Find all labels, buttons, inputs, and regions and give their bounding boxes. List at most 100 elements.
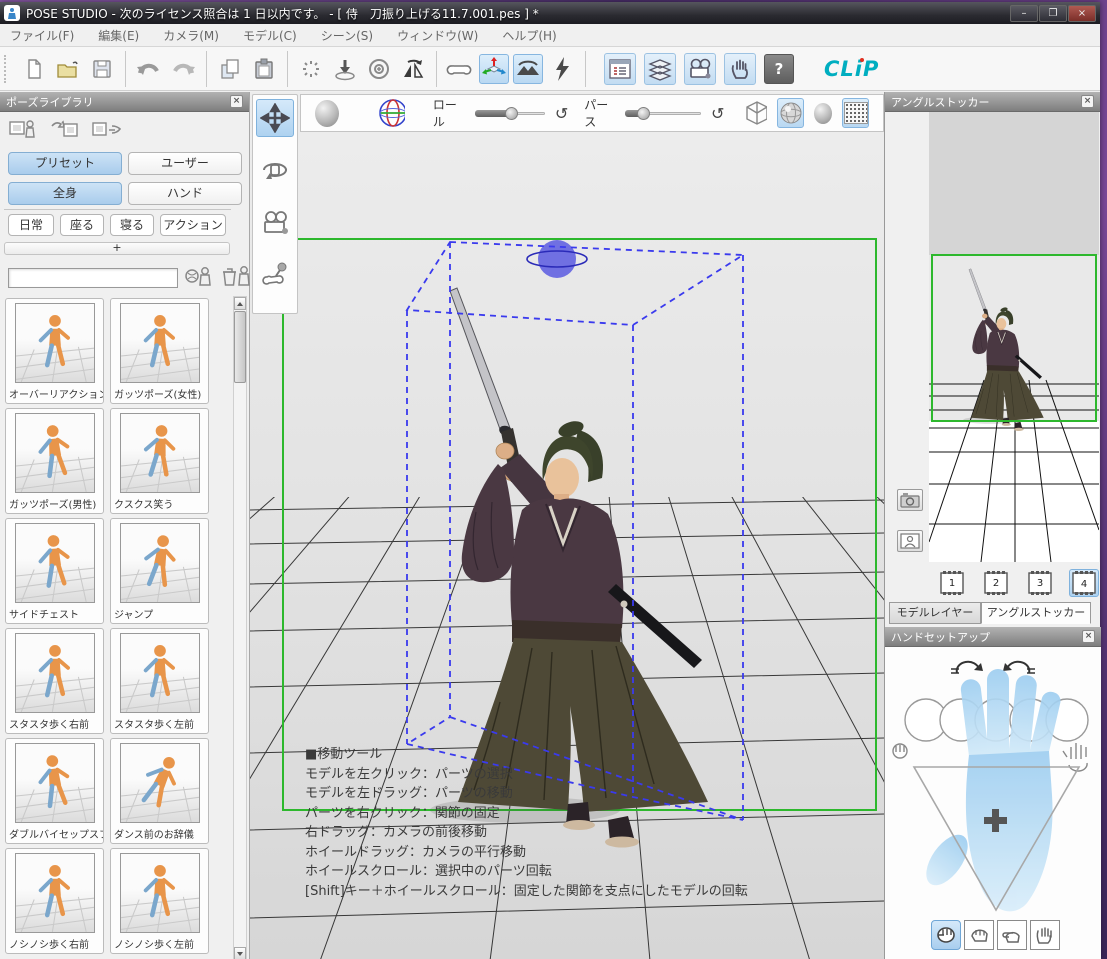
- hand-setup-close-button[interactable]: ×: [1082, 630, 1095, 643]
- apply-pose-button[interactable]: [50, 117, 80, 141]
- angle-stocker-panel-button[interactable]: [684, 53, 716, 85]
- menu-model[interactable]: モデル(C): [243, 27, 297, 44]
- reset-pose-button[interactable]: [296, 54, 326, 84]
- delete-pose-button[interactable]: [220, 264, 252, 292]
- move-tool-button[interactable]: [256, 99, 294, 137]
- drop-to-ground-button[interactable]: [330, 54, 360, 84]
- camera-mode-button[interactable]: [513, 54, 543, 84]
- save-file-button[interactable]: [87, 54, 117, 84]
- move-mode-button[interactable]: [479, 54, 509, 84]
- camera-tool-button[interactable]: [256, 203, 294, 241]
- hand-preset-grip[interactable]: [931, 920, 961, 950]
- rotate-hand-right-icon[interactable]: [1003, 662, 1035, 673]
- roll-slider-knob[interactable]: [505, 107, 518, 120]
- hand-preset-fist[interactable]: [964, 920, 994, 950]
- category-daily[interactable]: 日常: [8, 214, 54, 236]
- save-hand-pose-button[interactable]: [92, 117, 122, 141]
- pose-list-scrollbar[interactable]: [233, 296, 247, 959]
- pose-card[interactable]: ガッツポーズ(女性): [110, 298, 209, 404]
- scroll-down-button[interactable]: [234, 947, 246, 959]
- tab-angle-stocker[interactable]: アングルストッカー: [981, 602, 1091, 624]
- angle-frame-1[interactable]: 1: [937, 569, 967, 597]
- tab-user[interactable]: ユーザー: [128, 152, 242, 175]
- joint-pin-tool-button[interactable]: [256, 255, 294, 293]
- snapshot-camera-button[interactable]: [897, 489, 923, 511]
- angle-preview[interactable]: [929, 112, 1099, 562]
- flip-button[interactable]: [398, 54, 428, 84]
- perspective-slider[interactable]: [625, 106, 701, 121]
- category-sleep[interactable]: 寝る: [110, 214, 154, 236]
- pose-to-model-button[interactable]: [184, 264, 214, 292]
- perspective-slider-knob[interactable]: [637, 107, 650, 120]
- angle-stocker-header[interactable]: アングルストッカー ×: [885, 92, 1100, 112]
- focus-target-button[interactable]: [364, 54, 394, 84]
- viewport-3d[interactable]: ロール ↺ パース ↺ ■移動ツール モデルを左クリック：パーツの選択 モデルを…: [250, 92, 884, 959]
- pose-card[interactable]: スタスタ歩く左前: [110, 628, 209, 734]
- tab-hand[interactable]: ハンド: [128, 182, 242, 205]
- bone-display-button[interactable]: [445, 54, 475, 84]
- scrollbar-thumb[interactable]: [234, 311, 246, 383]
- new-file-button[interactable]: [19, 54, 49, 84]
- rotate-hand-left-icon[interactable]: [951, 662, 983, 673]
- portrait-view-button[interactable]: [897, 530, 923, 552]
- title-bar[interactable]: POSE STUDIO - 次のライセンス照合は 1 日以内です。 - [ 侍 …: [0, 2, 1100, 24]
- pose-card[interactable]: ジャンプ: [110, 518, 209, 624]
- menu-window[interactable]: ウィンドウ(W): [397, 27, 478, 44]
- search-input[interactable]: [8, 268, 178, 288]
- close-button[interactable]: ×: [1068, 5, 1096, 22]
- hand-setup-header[interactable]: ハンドセットアップ ×: [885, 627, 1101, 647]
- maximize-button[interactable]: ❐: [1039, 5, 1067, 22]
- pose-library-panel-button[interactable]: [604, 53, 636, 85]
- shaded-display-button[interactable]: [777, 98, 804, 128]
- menu-file[interactable]: ファイル(F): [10, 27, 74, 44]
- angle-stocker-close-button[interactable]: ×: [1081, 95, 1094, 108]
- pose-card[interactable]: ノシノシ歩く左前: [110, 848, 209, 954]
- category-sit[interactable]: 座る: [60, 214, 104, 236]
- hand-setup-panel-button[interactable]: [724, 53, 756, 85]
- pose-card[interactable]: ガッツポーズ(男性): [5, 408, 104, 514]
- pose-card[interactable]: ノシノシ歩く右前: [5, 848, 104, 954]
- toolbar-grip[interactable]: [4, 55, 7, 83]
- roll-slider[interactable]: [475, 106, 545, 121]
- angle-preview-canvas[interactable]: [929, 112, 1099, 562]
- menu-edit[interactable]: 編集(E): [98, 27, 139, 44]
- wireframe-box-icon[interactable]: [744, 100, 767, 126]
- model-layer-panel-button[interactable]: [644, 53, 676, 85]
- material-sphere[interactable]: [814, 103, 832, 124]
- pose-card[interactable]: スタスタ歩く右前: [5, 628, 104, 734]
- dither-display-button[interactable]: [842, 98, 869, 128]
- hand-preset-open[interactable]: [1030, 920, 1060, 950]
- category-action[interactable]: アクション: [160, 214, 226, 236]
- redo-button[interactable]: [168, 54, 198, 84]
- angle-frame-2[interactable]: 2: [981, 569, 1011, 597]
- pose-card[interactable]: サイドチェスト: [5, 518, 104, 624]
- minimize-button[interactable]: –: [1010, 5, 1038, 22]
- open-file-button[interactable]: [53, 54, 83, 84]
- rotate-tool-button[interactable]: [256, 151, 294, 189]
- menu-scene[interactable]: シーン(S): [321, 27, 373, 44]
- angle-frame-3[interactable]: 3: [1025, 569, 1055, 597]
- undo-button[interactable]: [134, 54, 164, 84]
- planet-object[interactable]: [527, 240, 587, 278]
- hand-setup-canvas[interactable]: [885, 647, 1101, 920]
- help-button[interactable]: ?: [764, 54, 794, 84]
- roll-reset-button[interactable]: ↺: [555, 104, 568, 123]
- pose-card[interactable]: クスクス笑う: [110, 408, 209, 514]
- pose-card[interactable]: オーバーリアクション: [5, 298, 104, 404]
- physics-button[interactable]: [547, 54, 577, 84]
- tab-model-layer[interactable]: モデルレイヤー: [889, 602, 981, 624]
- rotation-gizmo-icon[interactable]: [377, 97, 405, 129]
- pose-library-close-button[interactable]: ×: [230, 95, 243, 108]
- scroll-up-button[interactable]: [234, 297, 246, 310]
- category-expander[interactable]: +: [4, 242, 230, 255]
- shaded-sphere-preview[interactable]: [315, 100, 339, 127]
- pose-card[interactable]: ダブルバイセップスフロ: [5, 738, 104, 844]
- copy-button[interactable]: [215, 54, 245, 84]
- pose-library-header[interactable]: ポーズライブラリ ×: [0, 92, 249, 112]
- pose-card[interactable]: ダンス前のお辞儀: [110, 738, 209, 844]
- save-pose-button[interactable]: [8, 117, 38, 141]
- menu-camera[interactable]: カメラ(M): [163, 27, 219, 44]
- tab-full-body[interactable]: 全身: [8, 182, 122, 205]
- perspective-reset-button[interactable]: ↺: [711, 104, 724, 123]
- menu-help[interactable]: ヘルプ(H): [502, 27, 556, 44]
